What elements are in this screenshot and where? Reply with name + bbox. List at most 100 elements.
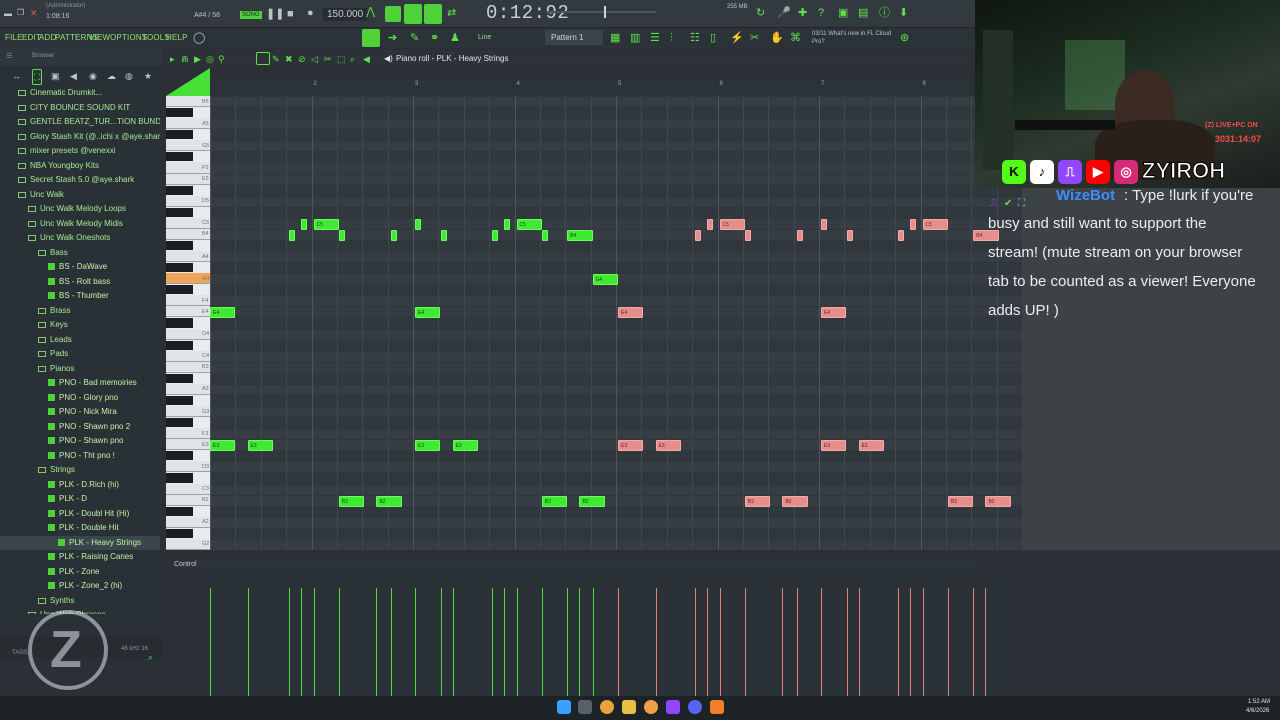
browser-menu-icon[interactable]: ☰ bbox=[6, 52, 12, 60]
stop-icon[interactable]: ■ bbox=[287, 7, 294, 21]
magnet-icon[interactable]: ⋒ bbox=[181, 52, 189, 66]
black-key[interactable] bbox=[166, 395, 193, 406]
browser-file[interactable]: PNO - Shawn pno bbox=[0, 434, 160, 449]
browser-file[interactable]: PLK - D bbox=[0, 492, 160, 507]
plug-icon[interactable]: ⚡ bbox=[730, 31, 744, 45]
velocity-bar[interactable] bbox=[314, 588, 315, 696]
velocity-bar[interactable] bbox=[376, 588, 377, 696]
master-volume-slider[interactable] bbox=[546, 6, 656, 18]
start-icon[interactable] bbox=[557, 700, 571, 714]
discord-icon[interactable] bbox=[688, 700, 702, 714]
velocity-bar[interactable] bbox=[847, 588, 848, 696]
browser-file[interactable]: PNO - Shawn pno 2 bbox=[0, 420, 160, 435]
midi-note[interactable]: E4 bbox=[821, 307, 847, 319]
midi-note[interactable] bbox=[541, 229, 548, 241]
midi-note[interactable] bbox=[301, 218, 308, 230]
browser-file[interactable]: BS - DaWave bbox=[0, 260, 160, 275]
mixer-icon[interactable]: ☰ bbox=[650, 31, 660, 45]
control-label[interactable]: Control bbox=[174, 561, 197, 568]
help-icon[interactable]: ? bbox=[818, 6, 824, 20]
plugin-icon[interactable]: ◉ bbox=[89, 69, 97, 83]
mic-icon[interactable]: 🎤 bbox=[777, 6, 791, 20]
velocity-bar[interactable] bbox=[391, 588, 392, 696]
midi-note[interactable]: B2 bbox=[541, 495, 568, 507]
browser-file[interactable]: BS - Rolt bass bbox=[0, 275, 160, 290]
cloud-icon[interactable]: ▤ bbox=[858, 6, 868, 20]
browser-file[interactable]: PLK - Doubl Hit (Hi) bbox=[0, 507, 160, 522]
collapse-icon[interactable]: ↔ bbox=[12, 69, 21, 83]
wait-button[interactable] bbox=[385, 6, 401, 22]
black-key[interactable] bbox=[166, 130, 193, 140]
browser-folder[interactable]: Unc Walk Melody Loops bbox=[0, 202, 160, 217]
velocity-bar[interactable] bbox=[453, 588, 454, 696]
sliders-icon[interactable]: ⫶ bbox=[670, 31, 673, 45]
midi-note[interactable]: B2 bbox=[782, 495, 808, 507]
link-icon[interactable]: ⚭ bbox=[430, 31, 439, 45]
velocity-bar[interactable] bbox=[567, 588, 568, 696]
stamp-icon[interactable]: ♟ bbox=[450, 31, 460, 45]
refresh-icon[interactable]: ↻ bbox=[756, 6, 765, 20]
velocity-bar[interactable] bbox=[821, 588, 822, 696]
browser-icon[interactable] bbox=[644, 700, 658, 714]
midi-note[interactable]: B2 bbox=[744, 495, 771, 507]
browser-folder[interactable]: Glory Stash Kit (@..ichi x @aye.shark) bbox=[0, 130, 160, 145]
browser-icon[interactable]: ☷ bbox=[690, 31, 700, 45]
key-selector-wedge[interactable] bbox=[166, 68, 210, 96]
midi-note[interactable] bbox=[707, 218, 714, 230]
playback-tool-icon[interactable]: ◀ bbox=[363, 52, 370, 66]
velocity-bar[interactable] bbox=[973, 588, 974, 696]
midi-note[interactable]: E4 bbox=[415, 307, 441, 319]
black-key[interactable] bbox=[166, 373, 193, 383]
velocity-bar[interactable] bbox=[248, 588, 249, 696]
slip-tool-icon[interactable]: ◁ bbox=[311, 52, 318, 66]
record-icon[interactable]: ● bbox=[307, 6, 314, 20]
midi-note[interactable] bbox=[390, 229, 397, 241]
channel-rack-icon[interactable]: ▥ bbox=[630, 31, 640, 45]
velocity-bar[interactable] bbox=[707, 588, 708, 696]
zoom-tool-icon[interactable]: ⌕ bbox=[350, 52, 355, 66]
snap-line-label[interactable]: Line bbox=[478, 34, 491, 41]
midi-note[interactable]: B2 bbox=[376, 495, 402, 507]
browser-folder[interactable]: Bass bbox=[0, 246, 160, 261]
browser-folder[interactable]: Strings bbox=[0, 463, 160, 478]
velocity-bar[interactable] bbox=[415, 588, 416, 696]
midi-note[interactable] bbox=[796, 229, 803, 241]
browser-folder[interactable]: GENTLE BEATZ_TUR...TION BUNDLE KIT bbox=[0, 115, 160, 130]
chrome-icon[interactable] bbox=[600, 700, 614, 714]
black-key[interactable] bbox=[166, 240, 193, 250]
black-key[interactable] bbox=[166, 108, 193, 118]
midi-note[interactable]: E3 bbox=[452, 440, 478, 452]
midi-note[interactable]: B2 bbox=[579, 495, 605, 507]
midi-note[interactable] bbox=[847, 229, 854, 241]
velocity-bar[interactable] bbox=[985, 588, 986, 696]
midi-note[interactable]: C5 bbox=[922, 218, 948, 230]
velocity-bar[interactable] bbox=[289, 588, 290, 696]
midi-note[interactable]: C5 bbox=[719, 218, 745, 230]
velocity-bar[interactable] bbox=[910, 588, 911, 696]
arrow-right-icon[interactable]: ➔ bbox=[388, 31, 397, 45]
menu-help[interactable]: HELP bbox=[166, 33, 188, 42]
velocity-bar[interactable] bbox=[517, 588, 518, 696]
save-icon[interactable]: ▣ bbox=[838, 6, 848, 20]
midi-note[interactable]: B2 bbox=[947, 495, 974, 507]
playlist-icon[interactable]: ▦ bbox=[610, 31, 620, 45]
browser-file[interactable]: PNO - Nick Mira bbox=[0, 405, 160, 420]
browser-folder[interactable]: Pianos bbox=[0, 362, 160, 377]
browser-file[interactable]: PNO - Glory pno bbox=[0, 391, 160, 406]
midi-note[interactable]: G4 bbox=[592, 274, 619, 286]
gear-icon[interactable]: ✚ bbox=[798, 6, 807, 20]
cloud-icon[interactable]: ☁ bbox=[107, 69, 116, 83]
velocity-bar[interactable] bbox=[898, 588, 899, 696]
browser-folder[interactable]: Secret Stash 5.0 @aye.shark bbox=[0, 173, 160, 188]
velocity-bar[interactable] bbox=[301, 588, 302, 696]
browser-folder[interactable]: mixer presets @venexxi bbox=[0, 144, 160, 159]
slice-tool-icon[interactable]: ✂ bbox=[324, 52, 332, 66]
snap-icon[interactable]: ◎ bbox=[206, 52, 214, 66]
black-key[interactable] bbox=[166, 318, 193, 328]
select-tool-icon[interactable]: ⬚ bbox=[337, 52, 346, 66]
velocity-bar[interactable] bbox=[339, 588, 340, 696]
search-icon[interactable]: ⌕ bbox=[148, 650, 153, 664]
midi-note[interactable]: E3 bbox=[821, 440, 847, 452]
black-key[interactable] bbox=[166, 207, 193, 217]
black-key[interactable] bbox=[166, 285, 193, 295]
